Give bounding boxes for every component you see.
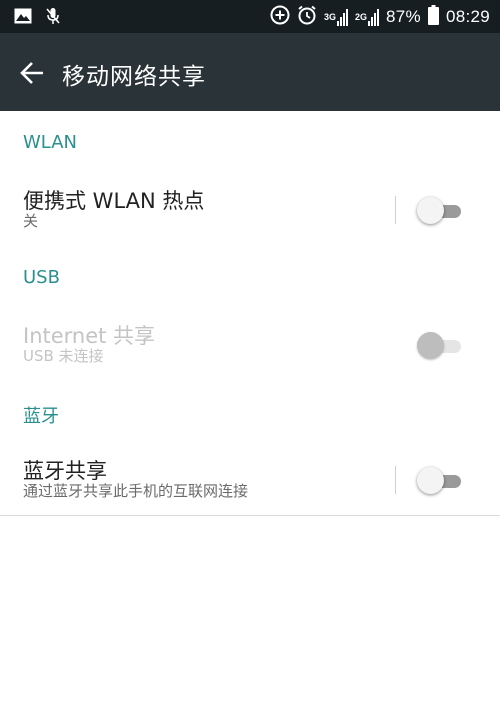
- data-saver-icon: [270, 5, 290, 30]
- item-subtitle: 通过蓝牙共享此手机的互联网连接: [23, 482, 249, 500]
- toolbar: 移动网络共享: [0, 33, 500, 111]
- arrow-left-icon: [20, 62, 43, 84]
- status-bar: 3G 2G 87% 08:29: [0, 0, 500, 33]
- toggle-thumb: [417, 467, 444, 494]
- section-header-usb: USB: [23, 267, 60, 288]
- battery-icon: [427, 4, 439, 30]
- mute-mic-icon: [46, 7, 60, 30]
- signal-group-2: 2G: [355, 8, 380, 26]
- wlan-hotspot-toggle[interactable]: [417, 197, 463, 225]
- item-subtitle: 关: [23, 212, 39, 230]
- vertical-divider: [395, 466, 396, 494]
- signal-icon: [337, 8, 348, 26]
- clock: 08:29: [445, 7, 490, 26]
- battery-percent: 87%: [386, 7, 421, 26]
- bluetooth-tethering-toggle[interactable]: [417, 467, 463, 495]
- item-title: 便携式 WLAN 热点: [23, 189, 205, 213]
- vertical-divider: [395, 196, 396, 224]
- item-subtitle: USB 未连接: [23, 347, 104, 365]
- section-header-bluetooth: 蓝牙: [23, 406, 59, 427]
- signal-icon: [368, 8, 380, 26]
- page-title: 移动网络共享: [62, 64, 206, 90]
- signal-group-1: 3G: [324, 8, 348, 26]
- toggle-thumb: [417, 197, 444, 224]
- network-type-label: 2G: [355, 11, 368, 22]
- network-type-label: 3G: [323, 11, 336, 22]
- usb-tethering-toggle: [417, 332, 463, 360]
- back-button[interactable]: [18, 59, 46, 87]
- toggle-thumb: [417, 332, 444, 359]
- image-icon: [14, 8, 32, 29]
- section-header-wlan: WLAN: [23, 132, 78, 153]
- list-divider: [0, 515, 500, 516]
- alarm-icon: [297, 5, 317, 30]
